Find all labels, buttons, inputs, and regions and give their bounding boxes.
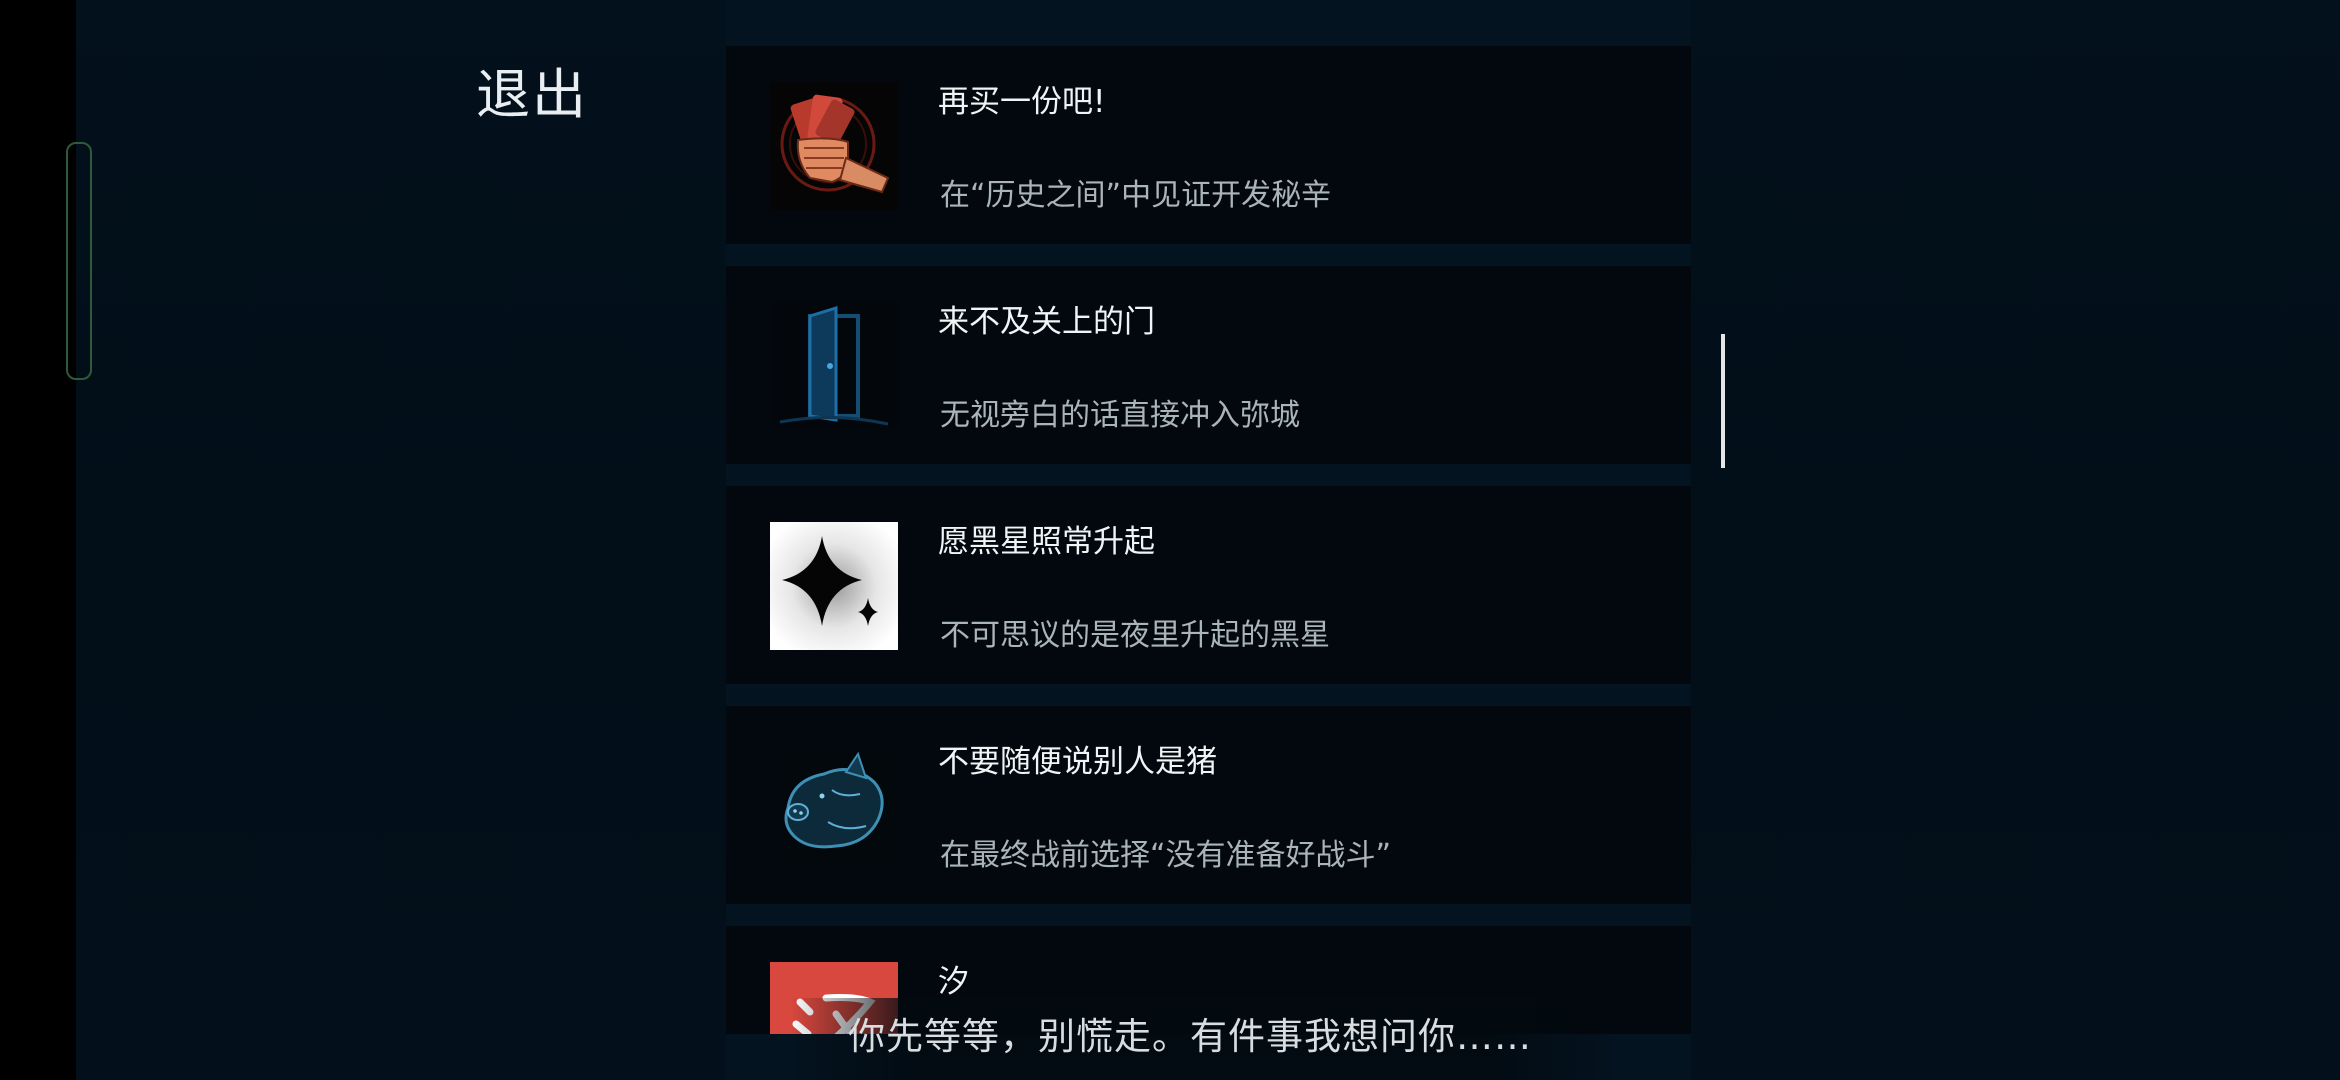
list-scrollbar[interactable]	[1721, 334, 1725, 468]
achievement-description: 在“历史之间”中见证开发秘辛	[940, 178, 1332, 213]
achievement-title: 不要随便说别人是猪	[938, 744, 1217, 780]
game-screen: 退出 再买一份吧! 在“历史之间”中见证开发秘辛 来不及关上的门 无视旁白的话直…	[0, 0, 2340, 1080]
achievement-title: 来不及关上的门	[938, 304, 1155, 340]
fist-with-cash-icon	[770, 82, 898, 210]
achievement-description: 不可思议的是夜里升起的黑星	[940, 618, 1330, 653]
achievement-description: 在最终战前选择“没有准备好战斗”	[940, 838, 1392, 873]
achievement-item[interactable]: 来不及关上的门 无视旁白的话直接冲入弥城	[726, 266, 1691, 464]
achievement-item[interactable]: 再买一份吧! 在“历史之间”中见证开发秘辛	[726, 46, 1691, 244]
achievement-title: 汐	[938, 964, 969, 1000]
dialogue-subtitle: 你先等等，别慌走。有件事我想问你……	[848, 1015, 1532, 1058]
achievement-title: 愿黑星照常升起	[938, 524, 1155, 560]
exit-button[interactable]: 退出	[476, 50, 588, 129]
pig-icon	[770, 742, 898, 870]
achievement-title: 再买一份吧!	[938, 84, 1106, 120]
achievement-item[interactable]: 愿黑星照常升起 不可思议的是夜里升起的黑星	[726, 486, 1691, 684]
side-drawer-handle[interactable]	[66, 142, 92, 380]
black-star-icon	[770, 522, 898, 650]
achievement-list[interactable]: 再买一份吧! 在“历史之间”中见证开发秘辛 来不及关上的门 无视旁白的话直接冲入…	[726, 46, 1691, 1034]
achievement-description: 无视旁白的话直接冲入弥城	[940, 398, 1300, 433]
open-door-icon	[770, 302, 898, 430]
achievement-item[interactable]: 不要随便说别人是猪 在最终战前选择“没有准备好战斗”	[726, 706, 1691, 904]
